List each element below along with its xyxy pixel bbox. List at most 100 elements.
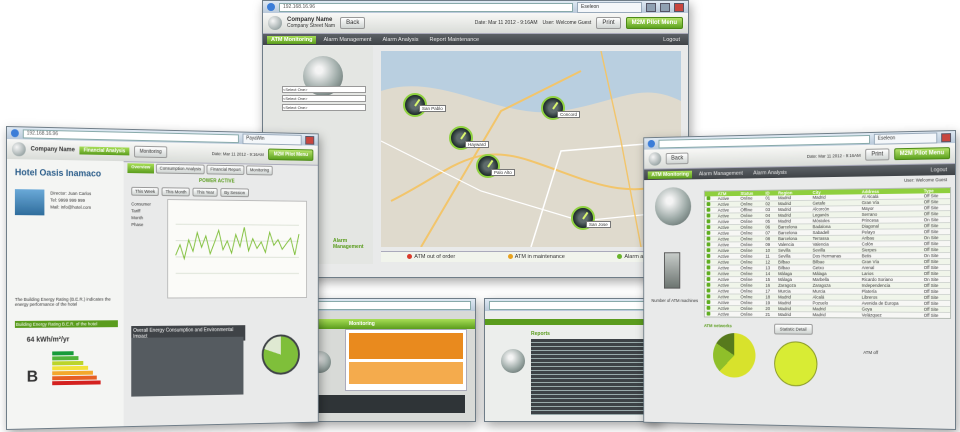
small-window-title: Reports (531, 331, 550, 337)
company-address: Company Street Nam (287, 23, 335, 29)
back-nav-icon[interactable] (648, 140, 655, 148)
atm-pin-label: Hayward (465, 141, 489, 148)
rating-description: The Building Energy Rating (B.E.R.) indi… (15, 297, 116, 307)
main-nav: ATM Monitoring Alarm Management Alarm An… (263, 34, 688, 45)
select-atm[interactable]: <Select One> (282, 104, 366, 111)
rating-letter: B (27, 369, 38, 387)
tab-alarm-management[interactable]: Alarm Management (319, 36, 375, 44)
period-by-session[interactable]: By Session (221, 188, 249, 197)
tab-alarm-analysis[interactable]: Alarm Analysis (378, 36, 422, 44)
company-logo (268, 16, 282, 30)
right-window: Eseleon Back Date: Mar 11 2012 - 9:16AM … (643, 130, 956, 430)
status-dot (407, 254, 412, 259)
warning-block (349, 362, 463, 384)
legend-out-of-order: ATM out of order (407, 254, 455, 260)
tab-consumption-analysis[interactable]: Consumption Analysis (156, 164, 205, 175)
map-roads (381, 51, 681, 247)
close-button[interactable] (305, 135, 314, 144)
print-button[interactable]: Print (596, 17, 620, 29)
summary-pie (774, 341, 817, 386)
power-chart (167, 199, 307, 298)
rating-bar-e (52, 371, 93, 376)
maximize-button[interactable] (660, 3, 670, 12)
atm-map[interactable]: San Pablo Concord Hayward Palo Alto San … (381, 51, 681, 247)
tab-monitoring-sub[interactable]: Monitoring (246, 165, 273, 175)
main-window: 192.168.16.96 Eseleon Company Name Compa… (262, 0, 689, 278)
app-header: Company Name Company Street Nam Back Dat… (263, 13, 688, 34)
minimize-button[interactable] (646, 3, 656, 12)
pilot-menu-button[interactable]: M2M Pilot Menu (626, 17, 683, 29)
atm-table-panel: ATM Status ID Region City Address Type Active O… (704, 187, 951, 319)
small-window-header (295, 319, 475, 329)
atm-pin-label: San Pablo (419, 105, 446, 112)
grid-line (176, 241, 299, 242)
globe-icon (655, 187, 691, 226)
legend-maintenance: ATM in maintenance (508, 254, 565, 260)
company-name: Company Name (31, 147, 75, 154)
statistic-detail-button[interactable]: Statistic Detail (774, 324, 812, 335)
back-nav-icon[interactable] (11, 129, 19, 137)
table-cell: Off Site (922, 318, 950, 319)
back-nav-icon[interactable] (267, 3, 275, 11)
pilot-menu-button[interactable]: M2M Pilot Menu (268, 149, 313, 161)
browser-tab[interactable]: Eseleon (577, 2, 642, 13)
hotel-sidebar: Hotel Oasis Inamaco Director: Juan Carlo… (7, 159, 124, 429)
tab-atm-monitoring[interactable]: ATM Monitoring (267, 36, 316, 44)
table-cell: Active (716, 317, 739, 319)
close-button[interactable] (941, 133, 951, 142)
browser-bar: 192.168.16.96 Eseleon (263, 1, 688, 13)
print-button[interactable]: Print (866, 148, 890, 160)
period-this-week[interactable]: This Week (131, 187, 159, 196)
rating-bar-a (52, 351, 73, 355)
address-bar[interactable]: 192.168.16.96 (279, 3, 573, 12)
hotel-name: Hotel Oasis Inamaco (15, 167, 116, 179)
close-button[interactable] (674, 3, 684, 12)
browser-tab[interactable]: PayaWin (243, 133, 302, 145)
pilot-menu-button[interactable]: M2M Pilot Menu (894, 147, 950, 160)
report-table (531, 339, 651, 415)
tab-financial-analysis[interactable]: Financial Analysis (80, 147, 129, 156)
period-this-year[interactable]: This Year (193, 188, 218, 197)
tab-financial-report[interactable]: Financial Report (207, 165, 245, 175)
datetime: Date: Mar 11 2012 - 9:16AM (807, 152, 861, 158)
tab-report-maintenance[interactable]: Report Maintenance (426, 36, 484, 44)
browser-tab[interactable]: Eseleon (874, 132, 937, 144)
atm-count-label: Number of ATM machines (651, 298, 698, 303)
period-this-month[interactable]: This Month (162, 187, 190, 196)
small-window-right: Reports (484, 298, 661, 422)
tab-monitoring[interactable]: Monitoring (134, 146, 167, 158)
back-button[interactable]: Back (340, 17, 365, 29)
tab-alarm-management[interactable]: Alarm Management (695, 169, 746, 178)
energy-rating-scale (52, 350, 100, 386)
bottom-panel (131, 337, 243, 397)
address-bar[interactable] (299, 301, 471, 310)
atm-machine-image (664, 252, 680, 288)
monitoring-panel (345, 329, 467, 391)
back-button[interactable]: Back (666, 153, 689, 165)
atm-pin-label: San Jose (586, 221, 611, 228)
series-list: Consumer Tariff Month Phase (131, 201, 165, 229)
status-dot (508, 254, 513, 259)
content-tabs: Overview Consumption Analysis Financial … (127, 163, 314, 176)
tab-overview[interactable]: Overview (127, 163, 154, 173)
logout-button[interactable]: Logout (659, 36, 684, 44)
rating-title: Building Energy Rating B.E.R. of the hot… (15, 320, 118, 328)
atm-table: ATM Status ID Region City Address Type Active O… (705, 188, 950, 319)
atm-network-pie (713, 333, 755, 378)
datetime: Date: Mar 11 2012 - 9:16AM (475, 20, 538, 26)
series-item[interactable]: Phase (131, 221, 165, 228)
tab-alarm-analysis[interactable]: Alarm Analysis (749, 168, 790, 176)
period-selector: This Week This Month This Year By Sessio… (131, 187, 248, 197)
company-logo (649, 152, 662, 166)
side-panel-title: Alarm Management (333, 238, 373, 250)
table-row[interactable]: ActiveOnline22MadridMadridAtochaOff Site (705, 317, 950, 319)
select-city[interactable]: <Select One> (282, 95, 366, 102)
address-bar[interactable] (489, 301, 656, 310)
globe-icon (501, 349, 525, 373)
atm-off-label: ATM off (863, 350, 878, 355)
select-region[interactable]: <Select One> (282, 86, 366, 93)
rating-value: 64 kWh/m²/yr (27, 336, 70, 343)
tab-atm-monitoring[interactable]: ATM Monitoring (648, 170, 693, 178)
logout-button[interactable]: Logout (927, 166, 951, 174)
bottom-status-bar (305, 395, 465, 413)
